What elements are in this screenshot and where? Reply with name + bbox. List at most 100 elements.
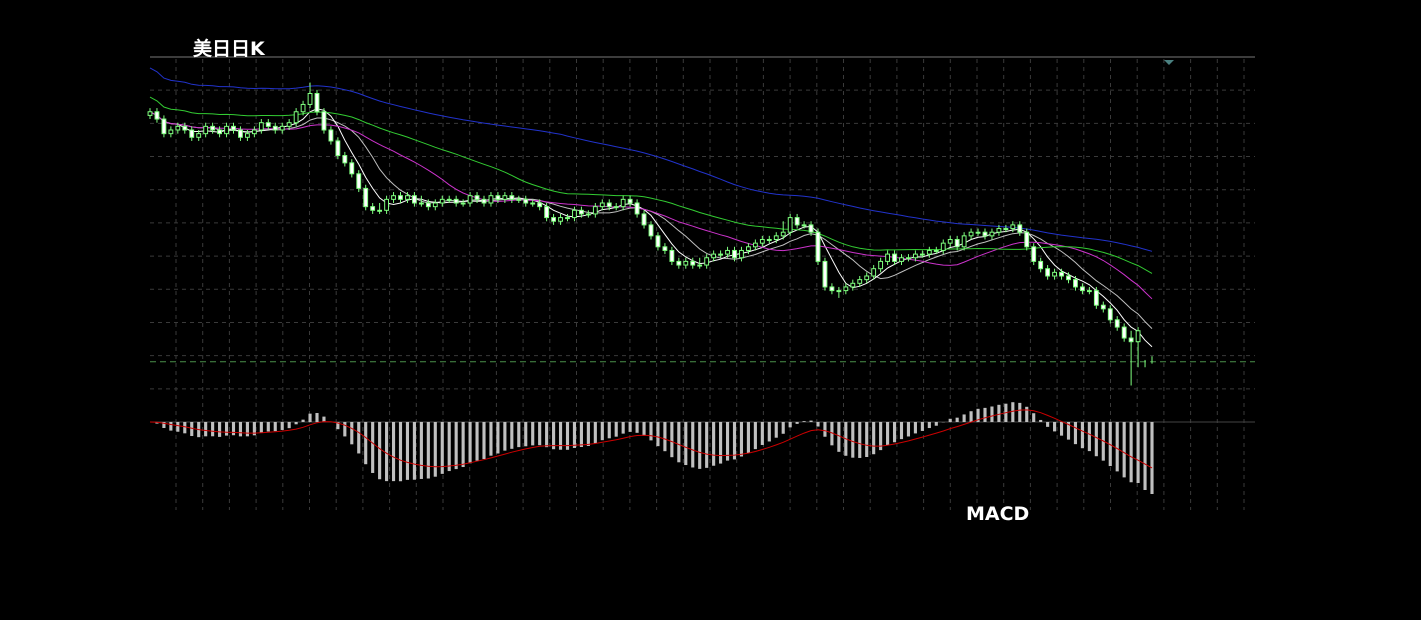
candle-body	[892, 253, 897, 262]
candle-body	[245, 133, 250, 138]
candle-body	[975, 231, 981, 234]
candle-body	[342, 155, 348, 164]
candle-body	[425, 202, 431, 208]
candle-body	[453, 198, 459, 204]
candle-body	[655, 235, 661, 248]
candle-body	[168, 129, 174, 135]
candle-body	[690, 260, 696, 266]
candle-body	[592, 206, 598, 215]
candle-body	[906, 257, 911, 260]
candle-body	[996, 228, 1002, 233]
candle-body	[718, 253, 723, 256]
candle-body	[432, 202, 438, 208]
candle-body	[467, 195, 473, 204]
candle-body	[676, 260, 682, 266]
candle-body	[899, 257, 904, 262]
candle-body	[613, 206, 619, 209]
ma10-line	[149, 111, 1153, 329]
candle-body	[495, 195, 501, 200]
candle-body	[251, 129, 257, 135]
chart-svg	[147, 56, 1255, 510]
candle-body	[1073, 279, 1078, 288]
candle-body	[732, 249, 737, 259]
candle-body	[759, 239, 765, 244]
candle-body	[349, 162, 355, 175]
candle-body	[620, 198, 626, 208]
candle-body	[1052, 271, 1057, 277]
candle-body	[982, 231, 988, 237]
candle-body	[523, 198, 529, 204]
candle-body	[481, 198, 487, 204]
candle-body	[989, 231, 995, 237]
candle-body	[627, 198, 633, 204]
candle-body	[391, 195, 396, 200]
candle-body	[815, 231, 821, 262]
candle-body	[217, 129, 222, 135]
candle-body	[335, 140, 341, 157]
macd-layer	[149, 402, 1154, 494]
candle-body	[773, 235, 779, 241]
candle-body	[1045, 268, 1051, 277]
candle-body	[558, 217, 563, 222]
candle-body	[203, 125, 209, 135]
candle-body	[418, 202, 424, 205]
candle-body	[210, 125, 216, 131]
candle-body	[746, 246, 751, 251]
candle-body	[1128, 337, 1134, 343]
candle-body	[641, 213, 647, 226]
candle-body	[405, 195, 410, 200]
candle-body	[878, 260, 884, 270]
candle-body	[752, 242, 758, 248]
candle-body	[182, 125, 188, 131]
candle-body	[147, 111, 153, 116]
candle-body	[933, 249, 939, 252]
candle-body	[808, 224, 814, 233]
candle-body	[328, 129, 334, 142]
candle-body	[537, 202, 543, 208]
candle-body	[648, 224, 654, 237]
candle-body	[286, 122, 292, 127]
candle-body	[669, 249, 675, 262]
candle-body	[836, 290, 842, 293]
candle-body	[766, 239, 772, 241]
candle-body	[1107, 308, 1113, 321]
candle-body	[794, 217, 800, 226]
candle-body	[599, 202, 605, 208]
candle-body	[1003, 228, 1009, 231]
moving-average-layer	[149, 67, 1153, 348]
candle-body	[238, 129, 243, 138]
candle-body	[279, 125, 285, 131]
candle-body	[683, 260, 689, 266]
candle-body	[551, 217, 556, 222]
candle-body	[787, 217, 793, 233]
candle-body	[1086, 290, 1092, 293]
candle-body	[1093, 290, 1099, 306]
candle-body	[579, 209, 584, 215]
candle-body	[711, 253, 717, 259]
candle-body	[1066, 275, 1071, 281]
candle-body	[502, 195, 508, 200]
candle-body	[968, 231, 974, 237]
candle-body	[175, 125, 181, 131]
candle-body	[871, 268, 877, 277]
candle-body	[940, 242, 946, 251]
candle-body	[1038, 260, 1044, 270]
candle-body	[1059, 271, 1064, 277]
candle-body	[272, 125, 278, 131]
candle-body	[509, 195, 515, 200]
candle-body	[321, 111, 327, 131]
chart-title: 美日日K	[193, 38, 265, 60]
candle-body	[850, 282, 856, 288]
candle-body	[926, 249, 932, 255]
candle-body	[460, 202, 466, 205]
candle-body	[1100, 304, 1106, 310]
candle-body	[780, 231, 786, 237]
candle-body	[572, 209, 577, 219]
candle-body	[530, 202, 536, 205]
candle-body	[801, 224, 807, 227]
candle-body	[307, 93, 313, 105]
candle-body	[363, 187, 369, 208]
scroll-marker	[1164, 60, 1174, 65]
candle-body	[947, 239, 953, 244]
candle-body	[370, 206, 376, 211]
